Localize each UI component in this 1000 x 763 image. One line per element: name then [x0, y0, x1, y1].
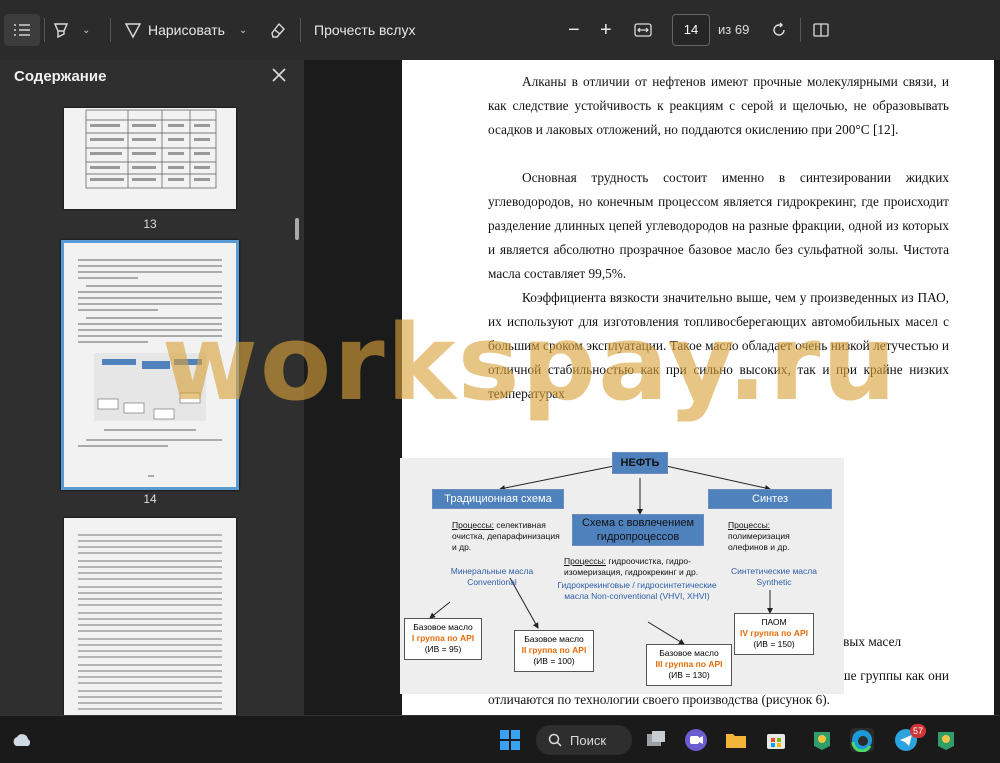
highlighter-icon	[53, 23, 69, 39]
contents-toggle-button[interactable]	[4, 14, 40, 46]
notification-badge: 57	[910, 724, 926, 738]
fit-width-icon	[634, 23, 652, 37]
contents-sidebar: Содержание 13 14	[0, 60, 304, 715]
taskbar: Поиск 57	[0, 715, 1000, 763]
start-button[interactable]	[498, 728, 522, 752]
group-1-box: Базовое масло I группа по API (ИВ = 95)	[404, 618, 482, 660]
group-api: III группа по API	[655, 659, 723, 669]
paragraph-1: Алканы в отличии от нефтенов имеют прочн…	[488, 74, 949, 137]
fit-page-button[interactable]	[634, 14, 652, 46]
group-api: II группа по API	[521, 645, 587, 655]
read-aloud-label: Прочесть вслух	[314, 22, 416, 38]
edge-icon	[851, 730, 872, 753]
weather-widget[interactable]	[10, 728, 34, 752]
eraser-button[interactable]	[268, 14, 286, 46]
figure-diagram: НЕФТЬ Традиционная схема Схема с вовлече…	[400, 452, 844, 694]
paragraph-2: Основная трудность состоит именно в синт…	[488, 170, 949, 281]
taskbar-app-store[interactable]	[764, 728, 788, 752]
thumbnail-table-image	[85, 109, 217, 189]
taskbar-app-video[interactable]	[684, 728, 708, 752]
group-iv: (ИВ = 130)	[668, 670, 710, 680]
process-synthesis: Процессы: полимеризация олефинов и др.	[728, 520, 828, 553]
folder-icon	[726, 734, 746, 748]
thumbnail-page-image	[78, 259, 222, 477]
taskbar-search-button[interactable]: Поиск	[536, 725, 632, 755]
hydrocracked-oils-label: Гидрокрекинговые / гидросинтетические ма…	[557, 580, 717, 601]
synthetic-oils-label: Синтетические масла Synthetic	[731, 566, 817, 587]
zoom-out-button[interactable]: −	[568, 14, 580, 46]
read-aloud-button[interactable]: Прочесть вслух	[314, 14, 415, 46]
close-icon	[272, 68, 286, 82]
process-label: Процессы:	[728, 520, 771, 530]
cloud-icon	[13, 734, 31, 746]
rotate-icon	[773, 22, 785, 36]
task-view-icon	[647, 731, 665, 746]
group-2-box: Базовое масло II группа по API (ИВ = 100…	[514, 630, 594, 672]
draw-button[interactable]: Нарисовать ⌄	[124, 14, 247, 46]
pen-icon	[124, 23, 142, 39]
group-iv: (ИВ = 100)	[533, 656, 575, 666]
document-viewport: Алканы в отличии от нефтенов имеют прочн…	[304, 60, 1000, 715]
store-icon	[767, 734, 785, 749]
search-icon	[548, 733, 562, 747]
node-hydro: Схема с вовлечением гидропроцессов	[572, 514, 704, 546]
plus-icon: +	[600, 18, 612, 41]
draw-label: Нарисовать	[148, 22, 225, 38]
zoom-in-button[interactable]: +	[600, 14, 612, 46]
page-number-input[interactable]: 14	[672, 14, 710, 46]
group-iv: (ИВ = 95)	[424, 644, 462, 654]
list-icon	[14, 24, 30, 36]
app-icon	[938, 732, 954, 750]
process-hydro: Процессы: гидроочистка, гидро-изомеризац…	[564, 556, 712, 578]
taskbar-app-extra[interactable]	[934, 728, 958, 752]
thumbnail-label-13: 13	[143, 217, 157, 231]
eraser-icon	[271, 22, 285, 38]
node-traditional: Традиционная схема	[432, 489, 564, 509]
group-title: Базовое масло	[659, 648, 719, 658]
task-view-button[interactable]	[644, 728, 668, 752]
toolbar: ⌄ Нарисовать ⌄ Прочесть вслух − + 14 из …	[0, 0, 1000, 60]
page-view-button[interactable]	[812, 14, 830, 46]
pdf-reader-window: ⌄ Нарисовать ⌄ Прочесть вслух − + 14 из …	[0, 0, 1000, 763]
paragraph-3: Коэффициента вязкости значительно выше, …	[488, 290, 949, 401]
group-title: Базовое масло	[413, 622, 473, 632]
group-title: ПАОМ	[761, 617, 787, 627]
process-label: Процессы:	[452, 520, 495, 530]
mineral-oils-label: Минеральные масла Conventional	[450, 566, 534, 587]
thumbnail-label-14: 14	[143, 492, 157, 506]
process-label: Процессы:	[564, 556, 607, 566]
node-oil: НЕФТЬ	[612, 452, 668, 474]
page-thumbnail-15[interactable]	[64, 518, 236, 715]
process-text: полимеризация олефинов и др.	[728, 531, 790, 552]
taskbar-app-green[interactable]	[810, 728, 834, 752]
sidebar-title: Содержание	[14, 68, 107, 85]
chevron-down-icon: ⌄	[238, 24, 248, 36]
taskbar-app-edge[interactable]	[850, 728, 874, 753]
group-3-box: Базовое масло III группа по API (ИВ = 13…	[646, 644, 732, 686]
minus-icon: −	[568, 18, 580, 41]
group-4-box: ПАОМ IV группа по API (ИВ = 150)	[734, 613, 814, 655]
group-title: Базовое масло	[524, 634, 584, 644]
page-total-label: из 69	[718, 22, 750, 37]
page-thumbnail-14[interactable]	[61, 240, 239, 490]
process-traditional: Процессы: селективная очистка, депарафин…	[452, 520, 564, 553]
sidebar-scrollbar[interactable]	[295, 218, 299, 240]
app-icon	[814, 732, 830, 750]
group-api: I группа по API	[411, 633, 475, 643]
windows-icon	[500, 730, 520, 750]
taskbar-app-explorer[interactable]	[724, 728, 748, 752]
node-synthesis: Синтез	[708, 489, 832, 509]
highlight-button[interactable]: ⌄	[52, 14, 90, 46]
rotate-button[interactable]	[770, 14, 788, 46]
page-thumbnail-13[interactable]	[64, 108, 236, 209]
two-page-icon	[813, 23, 829, 37]
group-iv: (ИВ = 150)	[753, 639, 795, 649]
video-chat-icon	[685, 729, 707, 751]
group-api: IV группа по API	[740, 628, 808, 638]
close-sidebar-button[interactable]	[268, 64, 290, 86]
chevron-down-icon: ⌄	[82, 24, 91, 36]
search-label: Поиск	[570, 732, 607, 748]
